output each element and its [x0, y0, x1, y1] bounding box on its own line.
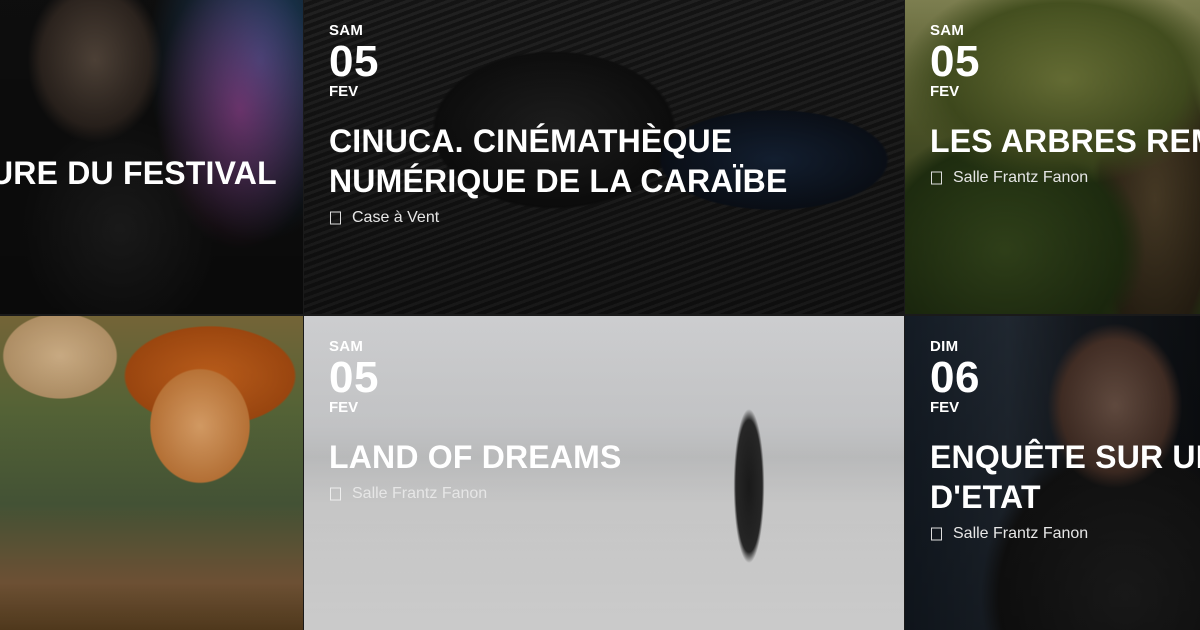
- event-date: 06: [930, 353, 980, 402]
- event-day: SAM: [329, 338, 364, 355]
- event-info: SAM 05 FEV CINUCA. CINÉMATHÈQUE NUMÉRIQU…: [329, 22, 894, 227]
- event-venue-label: Salle Frantz Fanon: [352, 485, 488, 502]
- event-info: URE DU FESTIVAL: [0, 133, 293, 193]
- event-title: ENQUÊTE SUR UI D'ETAT: [930, 439, 1200, 515]
- event-card-6[interactable]: DIM 06 FEV ENQUÊTE SUR UI D'ETAT Salle F…: [905, 316, 1200, 630]
- event-card-5[interactable]: SAM 05 FEV LAND OF DREAMS Salle Frantz F…: [304, 316, 904, 630]
- map-marker-icon: [931, 171, 942, 185]
- event-title: URE DU FESTIVAL: [0, 155, 277, 191]
- event-venue: Case à Vent: [329, 209, 894, 227]
- event-venue-label: Salle Frantz Fanon: [953, 525, 1089, 542]
- event-card-4[interactable]: [0, 316, 303, 630]
- event-venue: Salle Frantz Fanon: [930, 169, 1190, 187]
- event-venue-label: Case à Vent: [352, 209, 440, 226]
- event-venue: Salle Frantz Fanon: [329, 485, 894, 503]
- event-venue: Salle Frantz Fanon: [930, 525, 1190, 543]
- event-month: FEV: [329, 399, 359, 416]
- event-title: LAND OF DREAMS: [329, 439, 622, 475]
- event-card-2[interactable]: SAM 05 FEV CINUCA. CINÉMATHÈQUE NUMÉRIQU…: [304, 0, 904, 314]
- event-info: SAM 05 FEV LES ARBRES REM Salle Frantz F…: [930, 22, 1200, 187]
- event-info: DIM 06 FEV ENQUÊTE SUR UI D'ETAT Salle F…: [930, 338, 1200, 543]
- event-grid: URE DU FESTIVAL SAM 05 FEV CINUCA. CINÉM…: [0, 0, 1200, 630]
- event-day: SAM: [329, 22, 364, 39]
- event-date: 05: [329, 353, 379, 402]
- event-venue-label: Salle Frantz Fanon: [953, 169, 1089, 186]
- event-month: FEV: [329, 83, 359, 100]
- event-card-3[interactable]: SAM 05 FEV LES ARBRES REM Salle Frantz F…: [905, 0, 1200, 314]
- map-marker-icon: [931, 527, 942, 541]
- event-card-1[interactable]: URE DU FESTIVAL: [0, 0, 303, 314]
- event-date: 05: [329, 37, 379, 86]
- event-title: CINUCA. CINÉMATHÈQUE NUMÉRIQUE DE LA CAR…: [329, 123, 788, 199]
- event-date: 05: [930, 37, 980, 86]
- map-marker-icon: [330, 211, 341, 225]
- map-marker-icon: [330, 487, 341, 501]
- event-info: SAM 05 FEV LAND OF DREAMS Salle Frantz F…: [329, 338, 894, 503]
- event-title: LES ARBRES REM: [930, 123, 1200, 159]
